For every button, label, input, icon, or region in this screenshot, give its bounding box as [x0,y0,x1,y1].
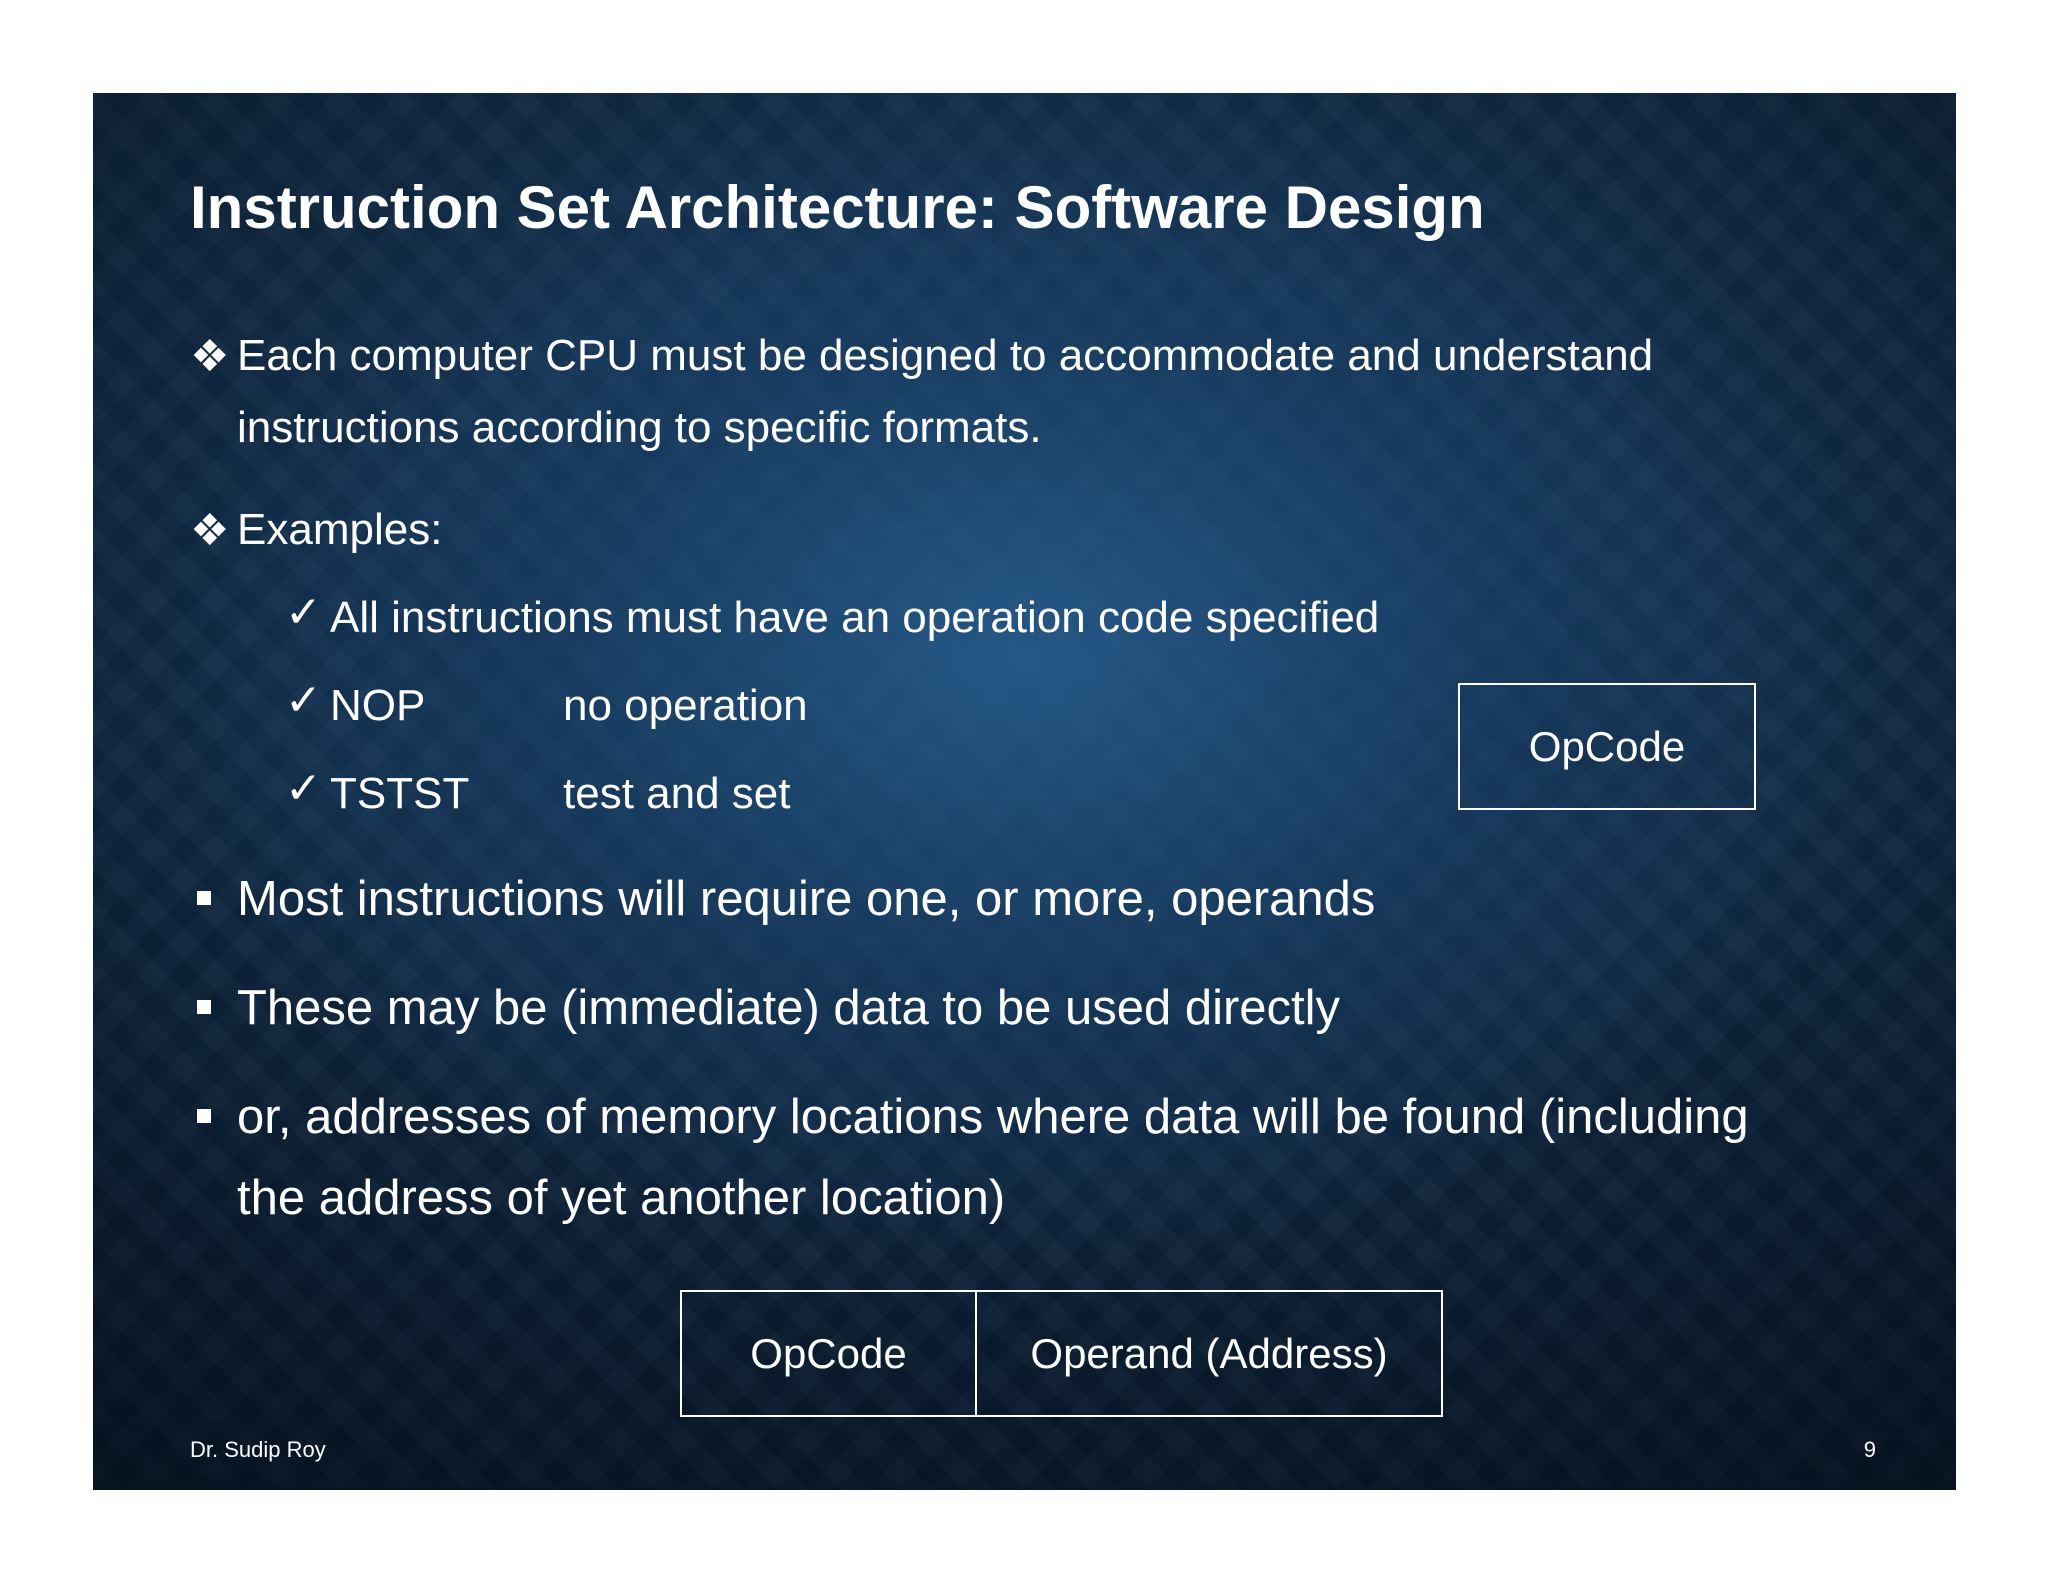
slide: Instruction Set Architecture: Software D… [93,93,1956,1490]
check-item-2-desc: no operation [563,681,808,730]
check-item-3-desc: test and set [563,769,791,818]
format-operand-box: Operand (Address) [975,1290,1443,1417]
square-bullet-icon [197,1109,211,1123]
square-bullet-3-line-2: the address of yet another location) [237,1171,1006,1225]
opcode-box-label: OpCode [1528,722,1686,770]
square-bullet-3-line-1: or, addresses of memory locations where … [237,1090,1749,1144]
check-icon: ✓ [285,588,322,637]
square-bullet-icon [197,891,211,905]
slide-title: Instruction Set Architecture: Software D… [190,174,1485,241]
check-item-1-text: All instructions must have an operation … [330,593,1380,642]
square-bullet-icon [197,1000,211,1014]
square-bullet-2-text: These may be (immediate) data to be used… [237,981,1341,1035]
bullet-2-text: Examples: [237,505,443,554]
check-icon: ✓ [285,676,322,725]
diamond-bullet-icon: ❖ [190,332,230,381]
bullet-1-line-1: Each computer CPU must be designed to ac… [237,331,1654,380]
format-opcode-label: OpCode [750,1329,907,1377]
footer-author: Dr. Sudip Roy [190,1437,326,1462]
square-bullet-1-text: Most instructions will require one, or m… [237,872,1376,926]
check-item-3-code: TSTST [330,769,470,818]
check-item-2-code: NOP [330,681,426,730]
opcode-box: OpCode [1458,683,1756,810]
format-operand-label: Operand (Address) [1030,1329,1388,1377]
check-icon: ✓ [285,764,322,813]
format-opcode-box: OpCode [680,1290,977,1417]
diamond-bullet-icon: ❖ [190,506,230,555]
bullet-1-line-2: instructions according to specific forma… [237,403,1042,452]
footer-page-number: 9 [1863,1437,1876,1462]
